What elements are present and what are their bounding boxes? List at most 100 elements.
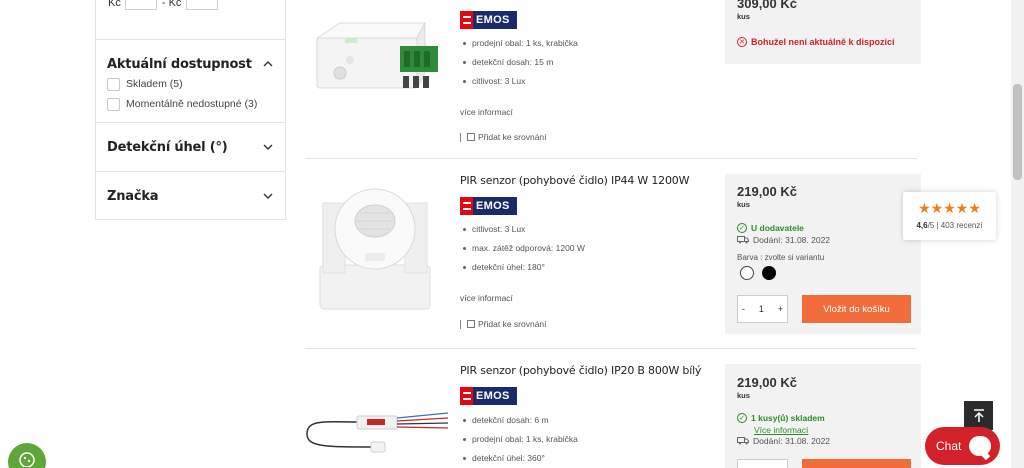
arrow-up-icon (973, 408, 984, 422)
quantity-decrease-button[interactable]: - (742, 304, 745, 314)
brand-logo-emos[interactable]: EMOS (460, 197, 517, 215)
feature-item: detekční úhel: 180° (460, 258, 585, 277)
rating-summary: 4,6/5 | 403 recenzí (903, 221, 996, 230)
feature-list: detekční dosah: 6 m prodejní obal: 1 ks,… (460, 411, 578, 468)
quantity-increase-button[interactable]: + (778, 304, 783, 314)
delivery-text: Dodání: 31.08. 2022 (753, 235, 831, 245)
feature-item: detekční úhel: 360° (460, 449, 578, 468)
product-card: PIR senzor (pohybové čidlo) IP44 W 1200W… (305, 159, 921, 348)
cookie-icon (19, 452, 35, 467)
availability-text: Bohužel není aktuálně k dispozici (751, 37, 895, 47)
availability-filter: Aktuální dostupnost Skladem (5) Momentál… (96, 39, 285, 114)
brand-name: EMOS (476, 200, 510, 212)
availability-text: 1 kusy(ů) skladem (751, 413, 825, 423)
availability-filter-title: Aktuální dostupnost (107, 56, 252, 72)
angle-filter-header[interactable]: Detekční úhel (°) (96, 123, 285, 171)
compare-checkbox[interactable] (467, 320, 475, 328)
chevron-up-icon (263, 61, 273, 67)
checkbox[interactable] (107, 77, 120, 91)
brand-name: EMOS (476, 390, 510, 402)
product-price: 309,00 Kč (737, 0, 797, 11)
add-to-compare[interactable]: Přidat ke srovnání (460, 319, 547, 329)
divider (460, 132, 461, 142)
product-image[interactable] (305, 173, 445, 313)
feature-item: prodejní obal: 1 ks, krabička (460, 34, 578, 53)
filter-sidebar: Kč - Kč Aktuální dostupnost Skladem (5) … (95, 0, 286, 220)
back-to-top-button[interactable] (964, 401, 993, 430)
filter-option-unavailable[interactable]: Momentálně nedostupné (3) (96, 94, 285, 114)
emos-icon (460, 197, 473, 215)
price-box: 219,00 Kč kus ✓ 1 kusy(ů) skladem Více i… (725, 364, 921, 468)
chevron-down-icon (263, 193, 273, 199)
rating-widget[interactable]: ★★★★★ 4,6/5 | 403 recenzí (903, 192, 996, 240)
add-to-cart-button[interactable] (802, 459, 911, 468)
cookie-settings-button[interactable] (8, 443, 46, 468)
close-circle-icon: ✕ (737, 37, 747, 47)
feature-item: detekční dosah: 15 m (460, 53, 578, 72)
availability-status: ✓ U dodavatele (737, 223, 804, 233)
brand-logo-emos[interactable]: EMOS (460, 11, 517, 29)
divider (460, 319, 461, 329)
more-info-link[interactable]: více informací (460, 293, 513, 303)
checkbox[interactable] (107, 97, 120, 111)
chevron-down-icon (263, 144, 273, 150)
quantity-stepper[interactable]: - 1 + (737, 295, 788, 323)
angle-filter-title: Detekční úhel (°) (107, 139, 228, 155)
feature-list: citlivost: 3 Lux max. zátěž odporová: 12… (460, 220, 585, 277)
price-unit: kus (737, 391, 750, 400)
price-range-filter: Kč - Kč (108, 0, 219, 10)
price-from-input[interactable] (124, 0, 157, 10)
color-swatch-black[interactable] (762, 266, 776, 280)
delivery-info: Dodání: 31.08. 2022 (737, 235, 830, 245)
more-info-link[interactable]: více informací (460, 107, 513, 117)
rating-stars: ★★★★★ (918, 200, 981, 216)
filter-option-label: Skladem (5) (126, 78, 183, 90)
brand-filter-header[interactable]: Značka (96, 172, 285, 220)
price-to-currency: - Kč (161, 0, 182, 9)
emos-icon (460, 11, 473, 29)
chat-button[interactable]: Chat (925, 427, 1000, 465)
delivery-info: Dodání: 31.08. 2022 (737, 436, 830, 446)
check-circle-icon: ✓ (737, 223, 747, 233)
emos-icon (460, 387, 473, 405)
rating-score: 4,6 (916, 221, 928, 230)
price-from-currency: Kč (108, 0, 121, 9)
price-unit: kus (737, 200, 750, 209)
brand-filter-title: Značka (107, 188, 159, 204)
color-swatch-white[interactable] (740, 266, 754, 280)
price-to-input[interactable] (186, 0, 219, 10)
truck-icon (737, 236, 749, 244)
compare-label: Přidat ke srovnání (478, 319, 547, 329)
feature-item: citlivost: 3 Lux (460, 72, 578, 91)
scrollbar-thumb[interactable] (1013, 84, 1022, 180)
page-scrollbar[interactable] (1011, 0, 1024, 468)
product-price: 219,00 Kč (737, 375, 797, 390)
product-card: EMOS prodejní obal: 1 ks, krabička detek… (305, 0, 921, 158)
filter-option-in-stock[interactable]: Skladem (5) (96, 74, 285, 94)
truck-icon (737, 437, 749, 445)
chat-bubble-icon (969, 436, 992, 456)
chat-label: Chat (936, 439, 962, 453)
more-info-link[interactable]: Více informací (754, 425, 808, 435)
product-image[interactable] (305, 399, 450, 468)
product-price: 219,00 Kč (737, 184, 797, 199)
price-box: 219,00 Kč kus ✓ U dodavatele Dodání: 31.… (725, 174, 921, 334)
brand-logo-emos[interactable]: EMOS (460, 387, 517, 405)
quantity-input[interactable]: 1 (759, 304, 764, 314)
product-name[interactable]: PIR senzor (pohybové čidlo) IP44 W 1200W (460, 174, 689, 187)
availability-status: ✕ Bohužel není aktuálně k dispozici (737, 37, 895, 47)
price-unit: kus (737, 12, 750, 21)
compare-label: Přidat ke srovnání (478, 132, 547, 142)
compare-checkbox[interactable] (467, 133, 475, 141)
product-image[interactable] (305, 0, 445, 138)
variant-label: Barva : zvolte si variantu (737, 253, 825, 262)
add-to-cart-button[interactable]: Vložit do košíku (802, 295, 911, 323)
product-name[interactable]: PIR senzor (pohybové čidlo) IP20 B 800W … (460, 364, 701, 377)
feature-item: max. zátěž odporová: 1200 W (460, 239, 585, 258)
quantity-stepper[interactable] (737, 459, 788, 468)
add-to-compare[interactable]: Přidat ke srovnání (460, 132, 547, 142)
feature-list: prodejní obal: 1 ks, krabička detekční d… (460, 34, 578, 91)
price-box: 309,00 Kč kus ✕ Bohužel není aktuálně k … (725, 0, 921, 64)
brand-name: EMOS (476, 14, 510, 26)
product-card: PIR senzor (pohybové čidlo) IP20 B 800W … (305, 349, 921, 468)
